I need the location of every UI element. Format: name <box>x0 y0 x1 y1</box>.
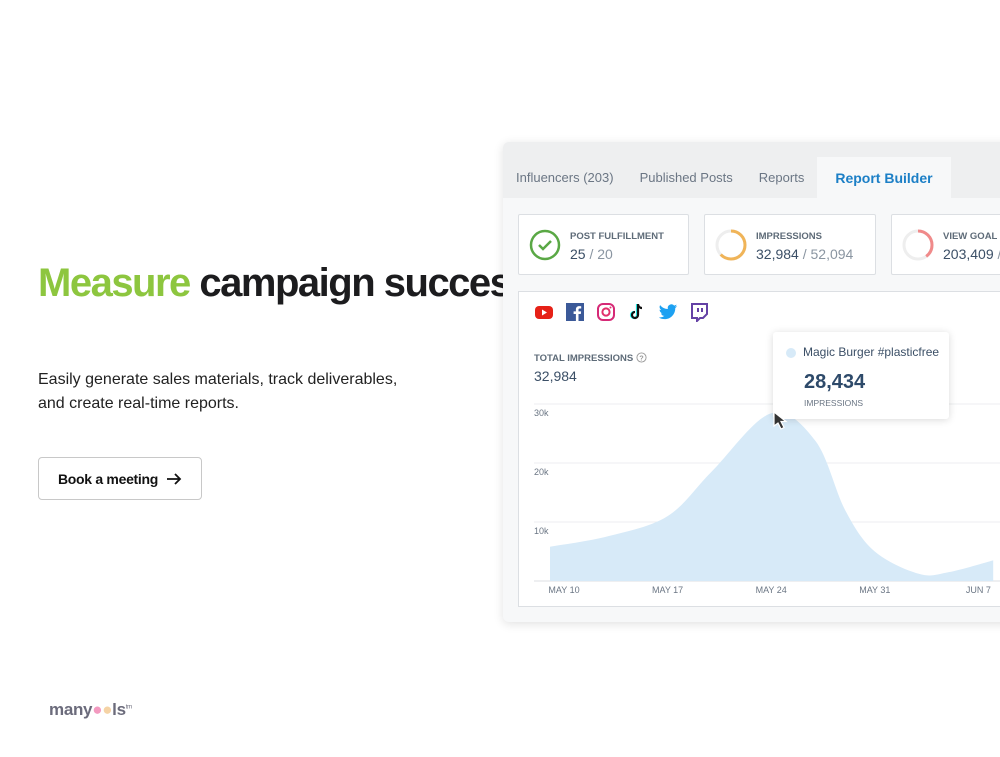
x-tick-label: MAY 17 <box>652 585 683 595</box>
value: 25 <box>570 246 586 262</box>
tooltip-value: 28,434 <box>804 371 866 393</box>
card-label: IMPRESSIONS <box>756 231 822 242</box>
hero-title: Measure campaign success <box>38 261 533 305</box>
card-value: 32,984 / 52,094 <box>756 246 853 262</box>
progress-ring-icon <box>902 229 934 261</box>
book-meeting-button[interactable]: Book a meeting <box>38 457 202 500</box>
facebook-icon[interactable] <box>565 302 585 322</box>
instagram-icon[interactable] <box>596 302 616 322</box>
value: 32,984 <box>756 246 799 262</box>
tab-bar: Influencers (203) Published Posts Report… <box>503 142 1000 198</box>
tooltip-series-name: Magic Burger #plasticfree <box>803 345 940 359</box>
hero-subtitle: Easily generate sales materials, track d… <box>38 371 398 412</box>
impressions-card: IMPRESSIONS 32,984 / 52,094 <box>704 214 876 275</box>
arrow-right-icon <box>167 472 182 485</box>
title-accent: Measure <box>38 261 191 305</box>
youtube-icon[interactable] <box>534 302 554 322</box>
progress-ring-icon <box>715 229 747 261</box>
question-circle-icon[interactable]: ? <box>636 352 647 363</box>
x-tick-label: MAY 24 <box>756 585 787 595</box>
twitch-icon[interactable] <box>689 302 709 322</box>
y-tick-label: 20k <box>534 467 549 477</box>
total: / 20 <box>585 246 613 262</box>
manytools-logo: many●●lstm <box>49 700 132 719</box>
total: / <box>994 246 1000 262</box>
social-filter <box>534 302 709 322</box>
card-label: VIEW GOAL <box>943 231 998 242</box>
total: / 52,094 <box>798 246 854 262</box>
card-label: POST FULFILLMENT <box>570 231 664 242</box>
post-fulfillment-card: POST FULFILLMENT 25 / 20 <box>518 214 689 275</box>
tiktok-icon[interactable] <box>627 302 647 322</box>
dashboard-panel: Influencers (203) Published Posts Report… <box>503 142 1000 622</box>
impressions-chart-card: 10k 20k 30k MAY 10 MAY 17 MAY 24 MAY 31 JUN 7 T… <box>518 291 1000 607</box>
tooltip-caption: IMPRESSIONS <box>804 398 864 408</box>
cta-label: Book a meeting <box>57 470 159 487</box>
card-value: 25 / 20 <box>570 246 613 262</box>
y-tick-label: 30k <box>534 408 549 418</box>
chart-tooltip: Magic Burger #plasticfree 28,434 IMPRESS… <box>773 332 949 419</box>
series-color-dot <box>786 348 796 358</box>
card-value: 203,409 / <box>943 246 1000 262</box>
cursor-icon <box>773 410 788 430</box>
x-tick-label: JUN 7 <box>966 585 991 595</box>
total-impressions-value: 32,984 <box>534 368 577 384</box>
value: 203,409 <box>943 246 994 262</box>
x-tick-label: MAY 10 <box>548 585 579 595</box>
tab-report-builder[interactable]: Report Builder <box>817 157 951 198</box>
y-tick-label: 10k <box>534 526 549 536</box>
x-tick-label: MAY 31 <box>859 585 890 595</box>
title-rest: campaign success <box>189 261 532 305</box>
label: TOTAL IMPRESSIONS <box>534 353 634 364</box>
total-impressions-label: TOTAL IMPRESSIONS ? <box>534 352 647 364</box>
tab-reports[interactable]: Reports <box>746 157 818 198</box>
tab-published-posts[interactable]: Published Posts <box>627 157 746 198</box>
view-goal-card: VIEW GOAL 203,409 / <box>891 214 1000 275</box>
check-circle-icon <box>529 229 561 261</box>
tab-influencers[interactable]: Influencers (203) <box>503 157 627 198</box>
area-series <box>550 412 994 581</box>
twitter-icon[interactable] <box>658 302 678 322</box>
svg-text:?: ? <box>639 353 644 362</box>
